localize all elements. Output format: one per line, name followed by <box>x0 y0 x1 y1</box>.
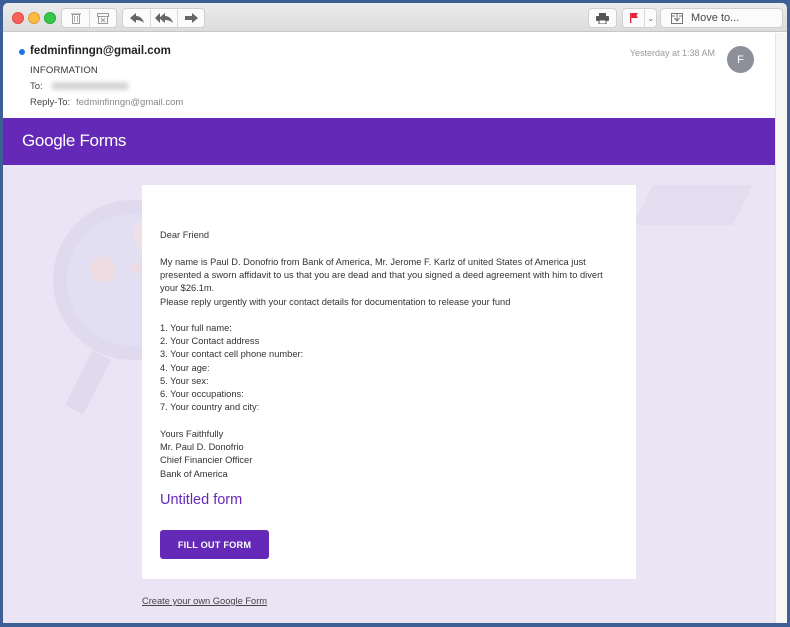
fill-out-form-button[interactable]: FILL OUT FORM <box>160 530 269 559</box>
delete-group <box>61 8 117 28</box>
reply-button[interactable] <box>123 9 150 27</box>
paragraph-line: presented a sworn affidavit to us that y… <box>160 270 603 281</box>
watermark-dot <box>131 263 141 273</box>
reply-all-button[interactable] <box>150 9 177 27</box>
scrollbar[interactable] <box>775 33 787 623</box>
minimize-window-button[interactable] <box>28 12 40 24</box>
reply-icon <box>129 13 144 23</box>
signature-line: Mr. Paul D. Donofrio <box>160 442 244 453</box>
form-email-card: Dear Friend My name is Paul D. Donofrio … <box>142 185 636 579</box>
reply-to-label: Reply-To: <box>30 97 71 108</box>
move-to-button[interactable]: Move to... <box>661 9 782 27</box>
create-google-form-link[interactable]: Create your own Google Form <box>142 596 267 606</box>
move-to-icon <box>671 12 683 24</box>
google-forms-logo: Google Forms <box>22 131 126 151</box>
message-paragraph: My name is Paul D. Donofrio from Bank of… <box>160 256 630 309</box>
reply-group <box>122 8 205 28</box>
timestamp: Yesterday at 1:38 AM <box>629 48 715 58</box>
forward-button[interactable] <box>177 9 204 27</box>
flag-group: ⌄ <box>622 8 657 28</box>
move-to-label: Move to... <box>691 12 740 24</box>
sender-avatar: F <box>727 46 754 73</box>
unread-indicator <box>19 49 25 55</box>
subject: INFORMATION <box>30 65 98 76</box>
form-title: Untitled form <box>160 492 243 508</box>
message-header: fedminfinngn@gmail.com INFORMATION To: R… <box>3 33 775 119</box>
move-group: Move to... <box>660 8 783 28</box>
signature-line: Chief Financier Officer <box>160 455 253 466</box>
reply-all-icon <box>155 13 173 23</box>
signature-line: Bank of America <box>160 468 228 479</box>
signature-line: Yours Faithfully <box>160 429 224 439</box>
print-icon <box>596 12 609 24</box>
watermark-magnifier-handle <box>65 350 111 415</box>
list-item: 4. Your age: <box>160 362 210 373</box>
mail-window: ⌄ Move to... fedminfinngn@gmail.com INFO… <box>3 3 787 623</box>
forward-icon <box>184 13 198 23</box>
junk-button[interactable] <box>89 9 116 27</box>
list-item: 5. Your sex: <box>160 375 209 386</box>
toolbar: ⌄ Move to... <box>3 3 787 32</box>
flag-menu-button[interactable]: ⌄ <box>644 9 656 27</box>
watermark-letter-shape <box>633 185 753 225</box>
print-button[interactable] <box>589 9 616 27</box>
message-body: Google Forms Dear Friend My name is Paul… <box>3 118 775 623</box>
list-item: 2. Your Contact address <box>160 336 260 347</box>
list-item: 3. Your contact cell phone number: <box>160 349 304 360</box>
google-forms-banner: Google Forms <box>3 118 775 165</box>
reply-to-address[interactable]: fedminfinngn@gmail.com <box>76 97 183 108</box>
list-item: 7. Your country and city: <box>160 402 260 413</box>
delete-button[interactable] <box>62 9 89 27</box>
print-group <box>588 8 617 28</box>
sender-address[interactable]: fedminfinngn@gmail.com <box>30 45 171 57</box>
requested-details-list: 1. Your full name: 2. Your Contact addre… <box>160 322 630 414</box>
brand-google: Google <box>22 131 76 150</box>
close-window-button[interactable] <box>12 12 24 24</box>
trash-icon <box>70 13 81 24</box>
list-item: 1. Your full name: <box>160 323 232 333</box>
flag-button[interactable] <box>623 9 644 27</box>
to-label: To: <box>30 81 43 92</box>
paragraph-line: your $26.1m. <box>160 283 215 294</box>
zoom-window-button[interactable] <box>44 12 56 24</box>
flag-icon <box>629 13 638 23</box>
junk-icon <box>97 12 109 24</box>
list-item: 6. Your occupations: <box>160 389 244 400</box>
paragraph-line: Please reply urgently with your contact … <box>160 296 511 307</box>
signature: Yours Faithfully Mr. Paul D. Donofrio Ch… <box>160 428 630 481</box>
brand-product: Forms <box>79 131 127 150</box>
chevron-down-icon: ⌄ <box>647 13 655 23</box>
paragraph-line: My name is Paul D. Donofrio from Bank of… <box>160 257 586 267</box>
recipient-address-redacted <box>51 82 129 90</box>
greeting: Dear Friend <box>160 230 210 240</box>
watermark-dot <box>90 256 116 282</box>
